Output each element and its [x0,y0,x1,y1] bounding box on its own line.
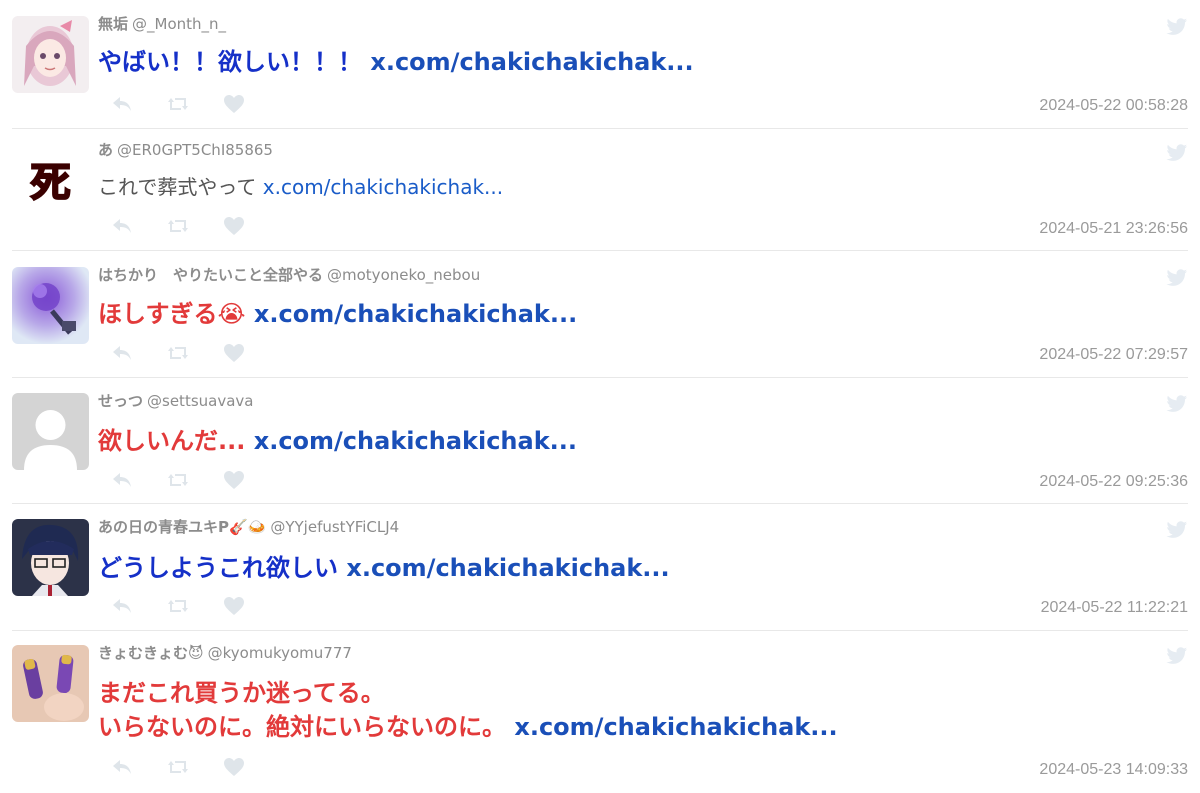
tweet-timestamp[interactable]: 2024-05-23 14:09:33 [1039,760,1188,780]
user-name[interactable]: あ [98,141,113,159]
user-name[interactable]: 無垢 [98,15,128,33]
retweet-icon[interactable] [166,594,190,618]
like-icon[interactable] [222,341,246,365]
avatar[interactable] [12,267,89,344]
reply-icon[interactable] [110,341,134,365]
twitter-bird-icon[interactable] [1166,645,1188,667]
user-handle[interactable]: @_Month_n_ [132,15,226,33]
tweet-text-content: 欲しいんだ... [98,427,254,455]
avatar[interactable]: 死 [12,142,89,219]
tweet-text-line: これで葬式やって x.com/chakichakichak... [98,172,503,202]
tweet-card[interactable]: 死 あ @ER0GPT5ChI85865 これで葬式やって x.com/chakich… [12,134,1188,251]
tweet-text-line: ほしすぎる😭 x.com/chakichakichak... [98,297,577,331]
user-name[interactable]: きょむきょむ [98,644,188,662]
avatar[interactable] [12,645,89,722]
user-name[interactable]: はちかり やりたいこと全部やる [98,266,323,284]
tweet-timestamp[interactable]: 2024-05-22 09:25:36 [1039,472,1188,492]
tweet-text-line: やばい！！欲しい！！！ x.com/chakichakichak... [98,45,694,79]
retweet-icon[interactable] [166,214,190,238]
user-handle[interactable]: @ER0GPT5ChI85865 [117,141,273,159]
svg-text:死: 死 [31,159,71,206]
tweet-header: きょむきょむ😈 @kyomukyomu777 [98,643,352,663]
tweet-card[interactable]: はちかり やりたいこと全部やる @motyoneko_nebou ほしすぎる😭 x.… [12,259,1188,378]
tweet-text-line: いらないのに。絶対にいらないのに。 x.com/chakichakichak..… [98,710,838,744]
tweet-link[interactable]: x.com/chakichakichak... [346,554,669,582]
user-handle[interactable]: @YYjefustYFiCLJ4 [270,518,399,536]
like-icon[interactable] [222,92,246,116]
tweet-link[interactable]: x.com/chakichakichak... [254,300,577,328]
avatar[interactable] [12,393,89,470]
tweet-text-line: どうしようこれ欲しい x.com/chakichakichak... [98,551,670,585]
user-name-emoji: 🎸🍛 [229,518,267,536]
tweet-text-content: やばい！！欲しい！！！ [98,48,371,76]
tweet-timestamp[interactable]: 2024-05-22 07:29:57 [1039,345,1188,365]
tweet-text: ほしすぎる😭 x.com/chakichakichak... [98,297,577,331]
reply-icon[interactable] [110,92,134,116]
tweet-header: 無垢 @_Month_n_ [98,14,226,34]
tweet-card[interactable]: せっつ @settsuavava 欲しいんだ... x.com/chakichaki… [12,385,1188,504]
tweet-text-content: まだこれ買うか迷ってる。 [98,679,385,707]
retweet-icon[interactable] [166,468,190,492]
retweet-icon[interactable] [166,755,190,779]
tweet-actions [110,755,250,779]
twitter-bird-icon[interactable] [1166,142,1188,164]
tweet-card[interactable]: きょむきょむ😈 @kyomukyomu777 まだこれ買うか迷ってる。いらないのに。… [12,637,1188,787]
twitter-bird-icon[interactable] [1166,16,1188,38]
twitter-bird-icon[interactable] [1166,519,1188,541]
tweet-header: あの日の青春ユキP🎸🍛 @YYjefustYFiCLJ4 [98,517,399,537]
tweet-header: せっつ @settsuavava [98,391,253,411]
tweet-link[interactable]: x.com/chakichakichak... [514,713,837,741]
tweet-timestamp[interactable]: 2024-05-22 11:22:21 [1041,598,1188,618]
tweet-text-content: いらないのに。絶対にいらないのに。 [98,713,515,741]
tweet-text-content: ほしすぎる😭 [98,300,254,328]
reply-icon[interactable] [110,755,134,779]
reply-icon[interactable] [110,468,134,492]
tweet-timestamp[interactable]: 2024-05-21 23:26:56 [1039,219,1188,239]
user-name-emoji: 😈 [188,644,204,662]
tweet-link[interactable]: x.com/chakichakichak... [263,175,503,199]
twitter-bird-icon[interactable] [1166,393,1188,415]
tweet-text-content: どうしようこれ欲しい [98,554,347,582]
tweet-timestamp[interactable]: 2024-05-22 00:58:28 [1039,96,1188,116]
tweet-actions [110,341,250,365]
tweet-link[interactable]: x.com/chakichakichak... [254,427,577,455]
tweet-text: まだこれ買うか迷ってる。いらないのに。絶対にいらないのに。 x.com/chak… [98,676,838,744]
tweet-header: あ @ER0GPT5ChI85865 [98,140,273,160]
like-icon[interactable] [222,594,246,618]
reply-icon[interactable] [110,594,134,618]
tweet-header: はちかり やりたいこと全部やる @motyoneko_nebou [98,265,480,285]
tweet-actions [110,214,250,238]
twitter-bird-icon[interactable] [1166,267,1188,289]
like-icon[interactable] [222,468,246,492]
tweet-feed: 無垢 @_Month_n_ やばい！！欲しい！！！ x.com/chakichaki… [0,0,1200,793]
avatar[interactable] [12,519,89,596]
tweet-card[interactable]: 無垢 @_Month_n_ やばい！！欲しい！！！ x.com/chakichaki… [12,8,1188,129]
tweet-text: やばい！！欲しい！！！ x.com/chakichakichak... [98,45,694,79]
tweet-text-line: 欲しいんだ... x.com/chakichakichak... [98,424,577,458]
like-icon[interactable] [222,755,246,779]
tweet-text: 欲しいんだ... x.com/chakichakichak... [98,424,577,458]
user-name[interactable]: せっつ [98,392,143,410]
tweet-actions [110,594,250,618]
tweet-text-content: これで葬式やって [98,175,263,199]
user-handle[interactable]: @motyoneko_nebou [327,266,480,284]
tweet-card[interactable]: あの日の青春ユキP🎸🍛 @YYjefustYFiCLJ4 どうしようこれ欲しい x.… [12,511,1188,631]
avatar[interactable] [12,16,89,93]
tweet-actions [110,92,250,116]
retweet-icon[interactable] [166,92,190,116]
user-name[interactable]: あの日の青春ユキP [98,518,229,536]
tweet-text: これで葬式やって x.com/chakichakichak... [98,172,503,202]
user-handle[interactable]: @kyomukyomu777 [208,644,352,662]
retweet-icon[interactable] [166,341,190,365]
tweet-link[interactable]: x.com/chakichakichak... [370,48,693,76]
reply-icon[interactable] [110,214,134,238]
tweet-text-line: まだこれ買うか迷ってる。 [98,676,838,710]
like-icon[interactable] [222,214,246,238]
user-handle[interactable]: @settsuavava [147,392,253,410]
tweet-text: どうしようこれ欲しい x.com/chakichakichak... [98,551,670,585]
tweet-actions [110,468,250,492]
